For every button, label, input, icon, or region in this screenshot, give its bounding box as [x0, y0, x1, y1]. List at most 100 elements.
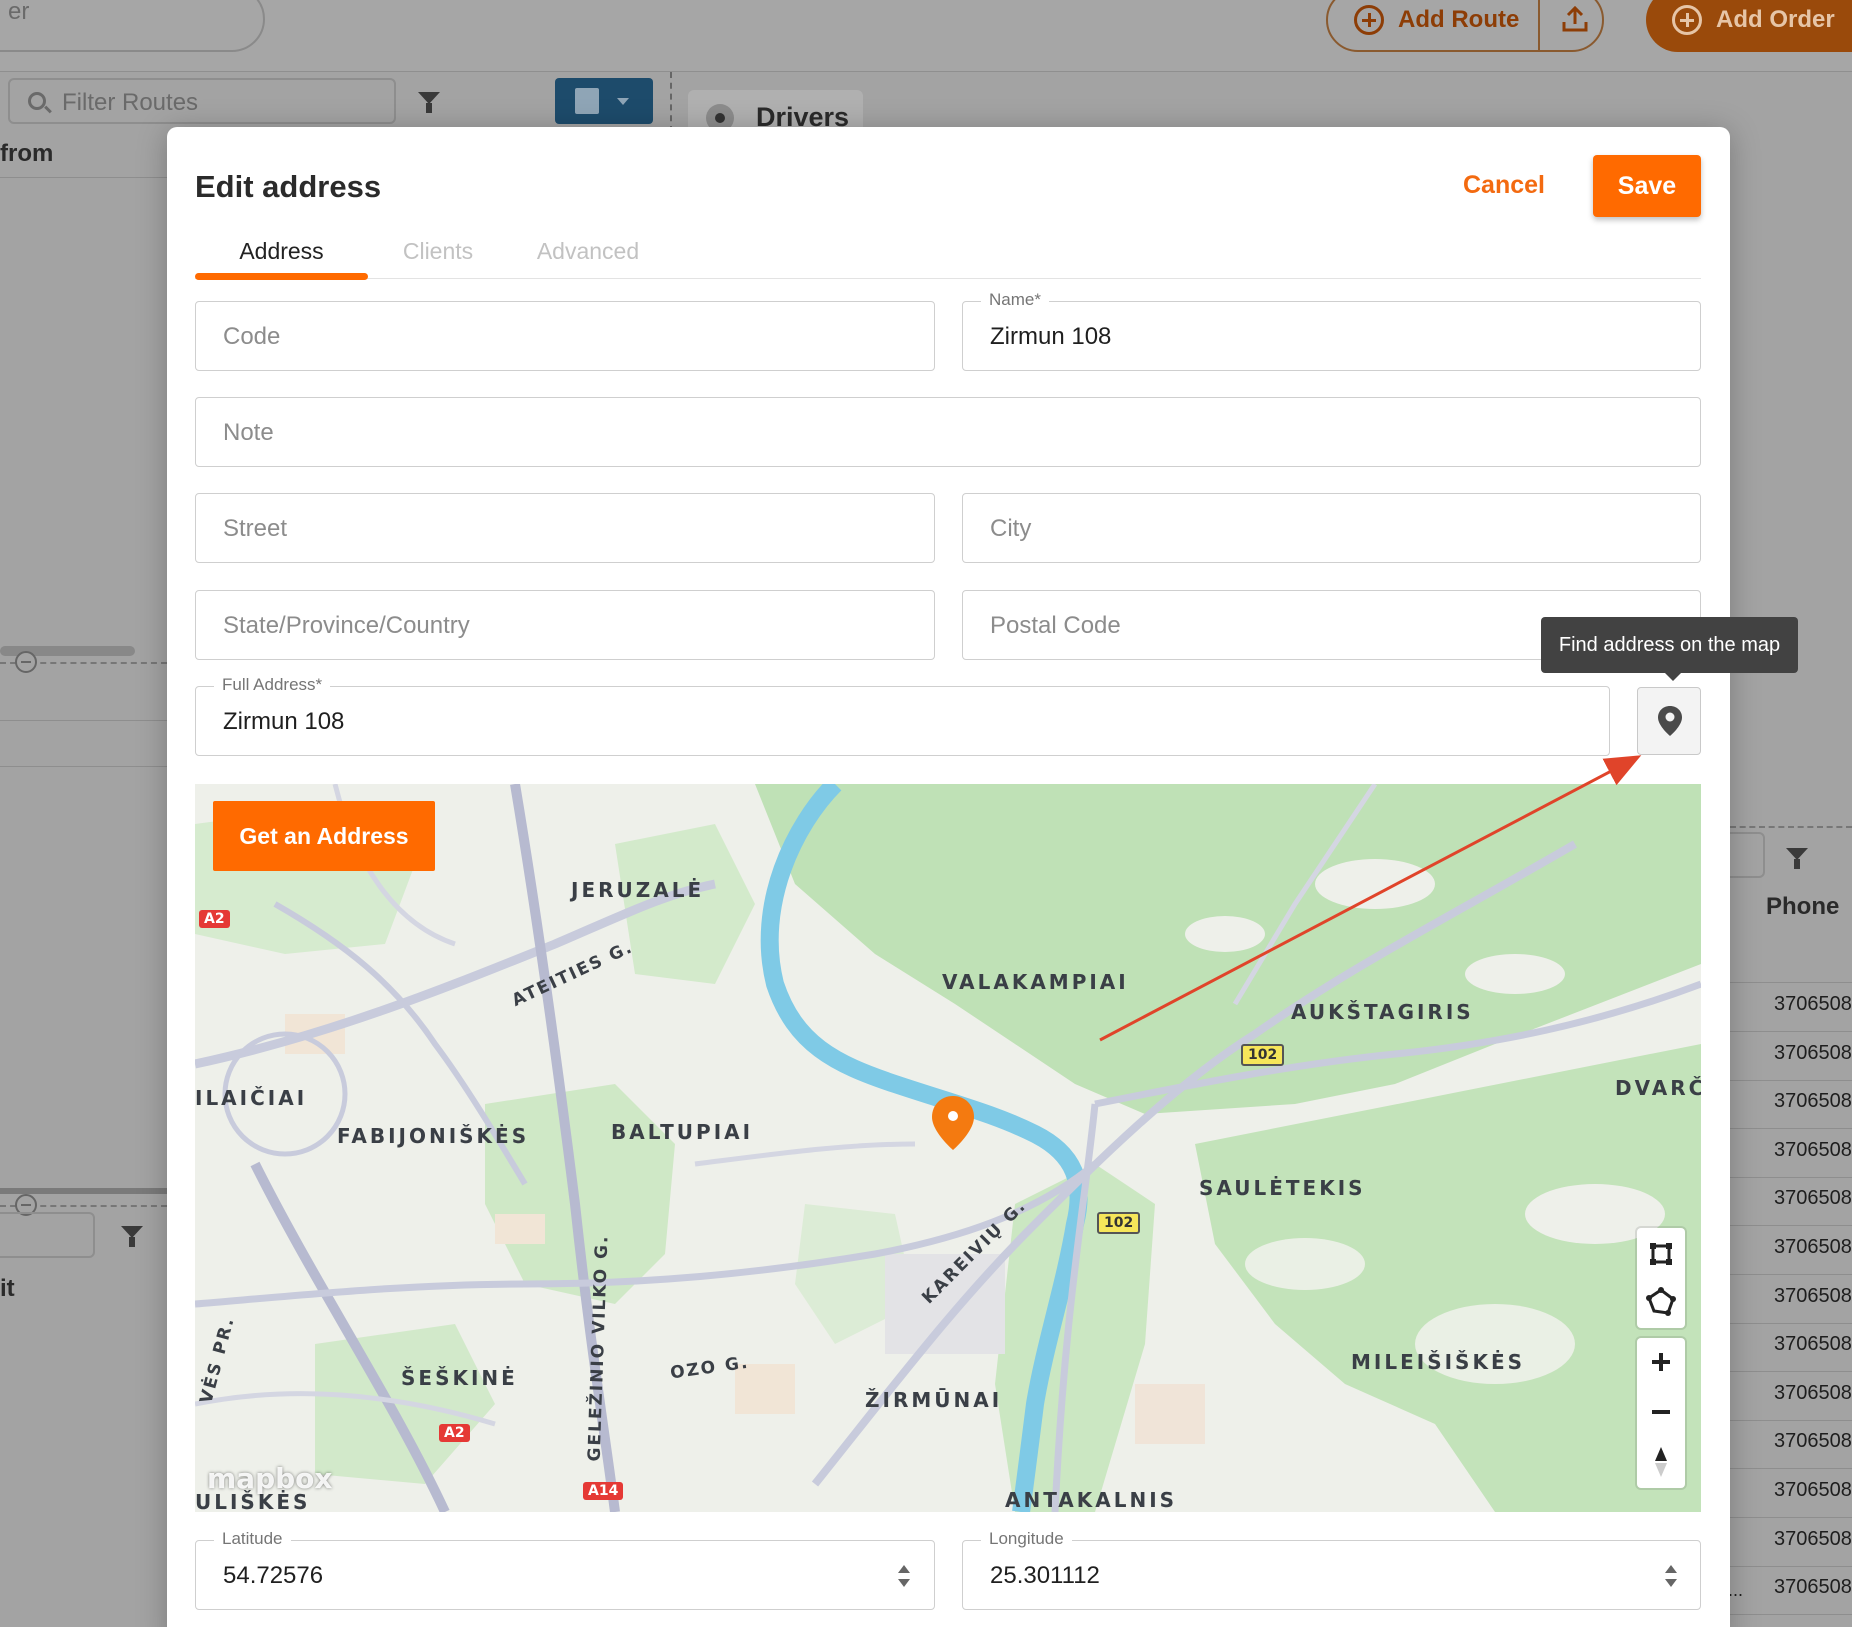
divider — [1730, 1614, 1852, 1616]
divider — [1730, 1468, 1852, 1470]
phone-cell: 3706508 — [1774, 1041, 1852, 1064]
upload-icon[interactable] — [1560, 4, 1590, 34]
draw-controls — [1637, 1228, 1685, 1328]
state-field[interactable]: State/Province/Country — [195, 590, 935, 660]
phone-cell: 3706508 — [1774, 1381, 1852, 1404]
name-field[interactable]: Name* Zirmun 108 — [962, 290, 1701, 371]
longitude-value: 25.301112 — [990, 1562, 1100, 1589]
tab-address[interactable]: Address — [195, 223, 368, 279]
city-field[interactable]: City — [962, 493, 1701, 563]
panel-divider — [1730, 826, 1852, 828]
district-label: ANTAKALNIS — [1005, 1488, 1178, 1512]
full-address-field[interactable]: Full Address* Zirmun 108 — [195, 675, 1610, 756]
state-placeholder: State/Province/Country — [223, 612, 470, 639]
edit-address-dialog: Edit address Cancel Save Address Clients… — [167, 127, 1798, 1627]
cancel-button[interactable]: Cancel — [1463, 171, 1545, 200]
divider — [1730, 1517, 1852, 1518]
stepper-icon[interactable] — [1663, 1563, 1679, 1589]
column-header-partial: it — [0, 1275, 15, 1302]
district-label: ŽIRMŪNAI — [865, 1388, 1003, 1412]
district-label: MILEIŠIŠKĖS — [1351, 1350, 1526, 1374]
add-order-label: Add Order — [1716, 6, 1835, 33]
filter-icon[interactable] — [418, 92, 440, 113]
district-label: AUKŠTAGIRIS — [1291, 1000, 1474, 1024]
get-address-button[interactable]: Get an Address — [213, 801, 435, 871]
add-order-button[interactable]: Add Order — [1646, 0, 1852, 52]
code-placeholder: Code — [223, 323, 281, 350]
name-value: Zirmun 108 — [990, 323, 1112, 350]
divider — [1730, 1565, 1852, 1567]
latitude-value: 54.72576 — [223, 1562, 324, 1589]
plus-circle-icon — [1354, 5, 1384, 35]
filter-input[interactable] — [0, 1212, 95, 1258]
divider — [1730, 1128, 1852, 1130]
navigation-controls — [1637, 1338, 1685, 1488]
road-shield: A14 — [583, 1482, 624, 1500]
search-partial-text: er — [8, 0, 30, 25]
divider — [1730, 982, 1852, 983]
map-view[interactable]: JERUZALĖ VALAKAMPIAI AUKŠTAGIRIS ILAIČIA… — [195, 784, 1701, 1512]
divider — [1730, 1225, 1852, 1227]
compass-icon[interactable] — [1637, 1438, 1685, 1486]
phone-cell: 3706508 — [1774, 1479, 1852, 1501]
tab-bar: Address Clients Advanced — [195, 223, 1701, 280]
divider — [0, 720, 167, 721]
stepper-icon[interactable] — [896, 1563, 912, 1589]
divider — [1730, 1274, 1852, 1275]
save-button[interactable]: Save — [1593, 155, 1701, 217]
divider — [1538, 0, 1540, 50]
search-icon — [28, 92, 46, 110]
map-pin-icon — [1658, 706, 1682, 736]
location-marker-icon[interactable] — [929, 1094, 977, 1152]
district-label: DVARČI — [1615, 1076, 1701, 1100]
zoom-out-icon[interactable] — [1637, 1388, 1685, 1436]
code-field[interactable]: Code — [195, 301, 935, 371]
tab-clients[interactable]: Clients — [378, 223, 498, 279]
divider — [1730, 1371, 1852, 1373]
tab-advanced[interactable]: Advanced — [513, 223, 663, 279]
divider — [1730, 1419, 1852, 1421]
divider — [0, 177, 167, 178]
save-view-dropdown-button[interactable] — [555, 78, 653, 124]
road-shield: A2 — [439, 1424, 470, 1442]
district-label: BALTUPIAI — [611, 1120, 754, 1144]
filter-routes-input[interactable]: Filter Routes — [8, 78, 396, 124]
plus-circle-icon — [1672, 5, 1702, 35]
active-tab-indicator — [195, 273, 368, 280]
filter-icon[interactable] — [1786, 848, 1808, 869]
divider — [1730, 1322, 1852, 1324]
draw-rectangle-icon[interactable] — [1637, 1230, 1685, 1278]
collapse-handle-icon[interactable] — [15, 651, 37, 673]
find-on-map-tooltip: Find address on the map — [1541, 617, 1798, 681]
draw-polygon-icon[interactable] — [1637, 1278, 1685, 1326]
phone-cell: 3706508 — [1774, 1527, 1852, 1550]
ellipsis-text: ... — [1728, 1580, 1744, 1600]
divider — [1730, 1031, 1852, 1032]
search-input[interactable]: er — [0, 0, 265, 52]
full-address-label: Full Address* — [214, 675, 331, 695]
zoom-in-icon[interactable] — [1637, 1338, 1685, 1386]
street-field[interactable]: Street — [195, 493, 935, 563]
phone-cell: 3706508 — [1774, 1284, 1852, 1307]
find-on-map-button[interactable] — [1637, 687, 1701, 755]
latitude-field[interactable]: Latitude 54.72576 — [195, 1529, 935, 1610]
note-field[interactable]: Note — [195, 397, 1701, 467]
phone-cell: 3706508 — [1774, 1430, 1852, 1453]
full-address-value: Zirmun 108 — [223, 708, 345, 735]
city-placeholder: City — [990, 515, 1032, 542]
road-shield: 102 — [1241, 1044, 1285, 1066]
district-label: ILAIČIAI — [195, 1086, 308, 1110]
district-label: SAULĖTEKIS — [1199, 1176, 1366, 1200]
district-label: ŠEŠKINĖ — [401, 1366, 518, 1390]
column-header-from: from — [0, 140, 54, 167]
phone-cell: 3706508 — [1774, 1138, 1852, 1161]
divider — [1730, 1176, 1852, 1178]
postal-code-placeholder: Postal Code — [990, 612, 1121, 639]
longitude-field[interactable]: Longitude 25.301112 — [962, 1529, 1701, 1610]
mapbox-attribution[interactable]: mapbox — [207, 1462, 332, 1495]
phone-cell: 3706508 — [1774, 1576, 1852, 1599]
phone-cell: 3706508 — [1774, 993, 1852, 1015]
district-label: FABIJONIŠKĖS — [337, 1124, 530, 1148]
filter-icon[interactable] — [121, 1226, 143, 1247]
add-route-button[interactable]: Add Route — [1326, 0, 1604, 52]
